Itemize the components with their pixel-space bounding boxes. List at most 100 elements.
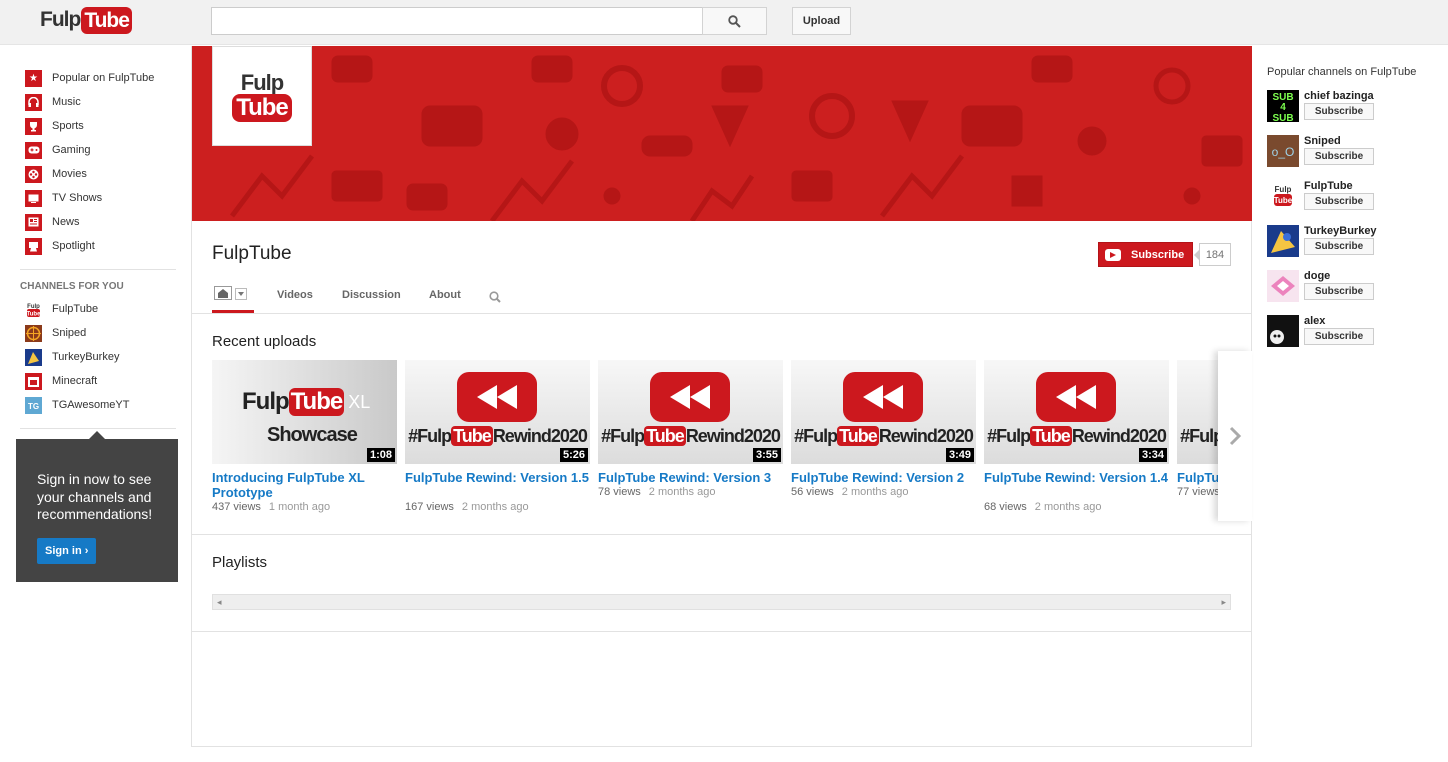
video-age: 2 months ago — [841, 486, 909, 498]
subscribe-button[interactable]: Subscribe — [1304, 328, 1374, 345]
nav-label: Popular on FulpTube — [52, 72, 155, 84]
subscriber-count: 184 — [1194, 243, 1231, 266]
video-title[interactable]: FulpTube Rewind: Version 1.4 — [984, 470, 1169, 500]
video-thumbnail[interactable]: #Fulp Tube Rewind2020 5:26 — [405, 360, 590, 464]
video-duration: 3:55 — [752, 448, 781, 462]
video-meta: 437 views 1 month ago — [212, 501, 397, 513]
video-meta: 56 views 2 months ago — [791, 486, 976, 498]
channel-avatar-turkeyburkey[interactable] — [1267, 225, 1299, 257]
channel-avatar-tgawesomeyt: TG — [25, 396, 42, 414]
nav-item-sports[interactable]: Sports — [25, 116, 84, 136]
tv-icon — [25, 189, 42, 207]
subscribe-button[interactable]: Subscribe — [1304, 193, 1374, 210]
thumb-text: #Fulp — [408, 426, 452, 446]
scroll-left-icon[interactable]: ◂ — [217, 597, 222, 608]
recent-uploads-shelf: Fulp Tube XL Showcase 1:08 Introducing F… — [212, 360, 1218, 525]
nav-item-spotlight[interactable]: Spotlight — [25, 236, 95, 256]
nav-item-music[interactable]: Music — [25, 92, 81, 112]
video-thumbnail[interactable]: #Fulp Tube Rewind2020 3:49 — [791, 360, 976, 464]
search-input[interactable] — [211, 7, 702, 35]
video-title[interactable]: FulpTube Rewind: Version 2 — [791, 470, 976, 485]
thumb-text: Tube — [644, 426, 686, 446]
channel-avatar-alex[interactable] — [1267, 315, 1299, 347]
video-card[interactable]: Fulp Tube XL Showcase 1:08 Introducing F… — [212, 360, 397, 513]
popular-channel-name[interactable]: chief bazinga — [1304, 90, 1374, 102]
thumb-text: Tube — [288, 388, 345, 416]
subscribe-button[interactable]: Subscribe — [1304, 103, 1374, 120]
video-title[interactable]: FulpTube Rewind: Version 3 — [598, 470, 783, 485]
channel-item-sniped[interactable]: Sniped — [25, 323, 86, 343]
subscribe-button[interactable]: Subscribe — [1098, 242, 1193, 267]
video-card[interactable]: #Fulp Tube Rewind2020 5:26 FulpTube Rewind… — [405, 360, 590, 513]
tab-home[interactable] — [212, 286, 254, 313]
nav-label: Movies — [52, 168, 87, 180]
playlists-scrollbar[interactable]: ◂ ▸ — [212, 594, 1231, 610]
nav-item-popular[interactable]: ★ Popular on FulpTube — [25, 68, 154, 88]
search-icon — [728, 14, 741, 28]
video-meta: 78 views 2 months ago — [598, 486, 783, 498]
popular-channel-name[interactable]: Sniped — [1304, 135, 1341, 147]
rewind-icon — [457, 372, 537, 422]
svg-text:Tube: Tube — [27, 311, 42, 317]
upload-button[interactable]: Upload — [792, 7, 851, 35]
channel-item-minecraft[interactable]: Minecraft — [25, 371, 97, 391]
tab-discussion[interactable]: Discussion — [342, 289, 401, 301]
masthead: Fulp Tube Upload — [0, 0, 1448, 45]
popular-channel-name[interactable]: alex — [1304, 315, 1325, 327]
nav-item-gaming[interactable]: Gaming — [25, 140, 91, 160]
fulptube-logo[interactable]: Fulp Tube — [40, 6, 132, 34]
tab-videos[interactable]: Videos — [277, 289, 313, 301]
channel-item-fulptube[interactable]: Fulp Tube FulpTube — [25, 299, 98, 319]
nav-divider — [20, 428, 176, 429]
video-title[interactable]: Introducing FulpTube XL Prototype — [212, 470, 397, 500]
chevron-right-icon — [1229, 426, 1242, 446]
channel-avatar-sniped[interactable]: o_O — [1267, 135, 1299, 167]
scroll-right-icon[interactable]: ▸ — [1221, 597, 1226, 608]
video-meta: 167 views 2 months ago — [405, 501, 590, 513]
nav-item-movies[interactable]: Movies — [25, 164, 87, 184]
subscribe-button[interactable]: Subscribe — [1304, 283, 1374, 300]
channel-avatar-doge[interactable] — [1267, 270, 1299, 302]
channel-avatar[interactable]: Fulp Tube — [212, 46, 312, 146]
popular-channel-item: o_O Sniped Subscribe — [1267, 135, 1437, 169]
popular-channel-name[interactable]: TurkeyBurkey — [1304, 225, 1377, 237]
shelf-next-button[interactable] — [1218, 351, 1252, 521]
video-age: 1 month ago — [268, 501, 331, 513]
signin-button[interactable]: Sign in › — [37, 537, 97, 564]
spotlight-icon — [25, 237, 42, 255]
chevron-down-icon[interactable] — [235, 288, 247, 300]
video-thumbnail[interactable]: Fulp Tube XL Showcase 1:08 — [212, 360, 397, 464]
video-thumbnail[interactable]: #Fulp Tube Rewind2020 3:55 — [598, 360, 783, 464]
channel-search-icon[interactable] — [489, 291, 501, 303]
video-views: 68 views — [984, 501, 1027, 513]
video-title[interactable]: FulpTu — [1177, 470, 1218, 485]
video-card[interactable]: #FulpTubeRewind2020 FulpTu 77 views — [1177, 360, 1218, 498]
channel-label: TurkeyBurkey — [52, 351, 120, 363]
video-card[interactable]: #Fulp Tube Rewind2020 3:55 FulpTube Rewind… — [598, 360, 783, 498]
video-thumbnail[interactable]: #FulpTubeRewind2020 — [1177, 360, 1218, 464]
video-card[interactable]: #Fulp Tube Rewind2020 3:34 FulpTube Rewind… — [984, 360, 1169, 513]
popular-channel-name[interactable]: doge — [1304, 270, 1330, 282]
video-thumbnail[interactable]: #Fulp Tube Rewind2020 3:34 — [984, 360, 1169, 464]
search-button[interactable] — [702, 7, 767, 35]
subscribe-button[interactable]: Subscribe — [1304, 238, 1374, 255]
video-age: 2 months ago — [648, 486, 716, 498]
video-meta: 77 views — [1177, 486, 1218, 498]
youtube-play-icon — [1105, 248, 1121, 261]
svg-text:TG: TG — [28, 402, 39, 411]
channel-item-tgawesomeyt[interactable]: TG TGAwesomeYT — [25, 395, 129, 415]
channel-avatar-minecraft — [25, 372, 42, 390]
channel-avatar-fulptube[interactable]: Fulp Tube — [1267, 180, 1299, 212]
channel-avatar-chief-bazinga[interactable]: SUB 4 SUB — [1267, 90, 1299, 122]
nav-item-news[interactable]: News — [25, 212, 80, 232]
tab-about[interactable]: About — [429, 289, 461, 301]
channel-item-turkeyburkey[interactable]: TurkeyBurkey — [25, 347, 119, 367]
thumb-caption: #FulpTubeRewind2020 — [405, 426, 590, 447]
popular-channel-name[interactable]: FulpTube — [1304, 180, 1353, 192]
subscribe-button[interactable]: Subscribe — [1304, 148, 1374, 165]
channel-banner: Fulp Tube — [192, 46, 1252, 221]
video-title[interactable]: FulpTube Rewind: Version 1.5 — [405, 470, 590, 500]
video-card[interactable]: #Fulp Tube Rewind2020 3:49 FulpTube Rewind… — [791, 360, 976, 498]
popular-channel-item: alex Subscribe — [1267, 315, 1437, 349]
nav-item-tv-shows[interactable]: TV Shows — [25, 188, 102, 208]
